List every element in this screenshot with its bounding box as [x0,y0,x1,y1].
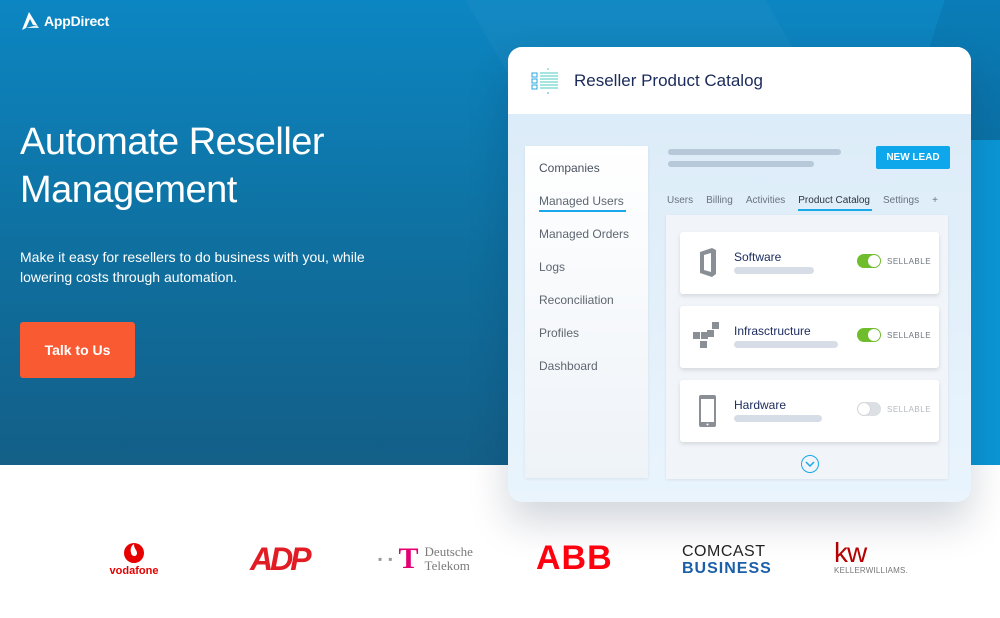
product-name: Infrasctructure [734,324,811,338]
tab-product-catalog[interactable]: Product Catalog [798,195,872,211]
sidebar-item-profiles[interactable]: Profiles [539,326,579,340]
tab-settings[interactable]: Settings [883,195,919,211]
wordmark-line: BUSINESS [682,560,772,577]
chevron-down-icon [805,461,815,467]
wordmark-line: Deutsche [424,544,473,559]
vodafone-wordmark: vodafone [109,565,159,577]
tab-activities[interactable]: Activities [746,195,785,211]
wordmark-line: COMCAST [682,543,766,560]
appdirect-logo-icon [22,12,39,30]
add-tab-button[interactable]: + [932,195,938,211]
toggle-knob [868,255,880,267]
placeholder-line [734,341,838,348]
sellable-toggle[interactable] [857,254,881,268]
sidebar-item-managed-users[interactable]: Managed Users [539,194,624,208]
sidebar-item-reconciliation[interactable]: Reconciliation [539,293,614,307]
expand-more-button[interactable] [801,455,819,473]
active-indicator [539,210,626,212]
customer-logos: vodafone ADP ▪▪ T Deutsche Telekom ABB C… [0,530,1000,590]
mockup-tabs: Users Billing Activities Product Catalog… [667,195,951,211]
deutsche-telekom-logo: ▪▪ T Deutsche Telekom [378,542,473,575]
tab-billing[interactable]: Billing [706,195,733,211]
vodafone-mark-icon [124,543,144,563]
comcast-business-logo: COMCAST BUSINESS [682,543,772,577]
telekom-dots: ▪▪ [378,552,399,566]
sidebar-item-logs[interactable]: Logs [539,260,565,274]
cubes-icon [693,322,719,348]
product-name: Software [734,250,782,264]
sidebar-item-managed-orders[interactable]: Managed Orders [539,227,629,241]
hero-subtext: Make it easy for resellers to do busines… [20,249,365,285]
headline-line: Management [20,169,237,211]
appdirect-logo[interactable]: AppDirect [20,11,109,31]
placeholder-line [734,267,814,274]
wordmark-line: KELLERWILLIAMS. [834,566,908,575]
toggle-knob [868,329,880,341]
product-row: Software SELLABLE [680,232,939,294]
mockup-body: Companies Managed Users Managed Orders L… [508,114,971,502]
product-row: Infrasctructure SELLABLE [680,306,939,368]
toggle-knob [858,403,870,415]
sellable-toggle[interactable] [857,328,881,342]
headline-line: Automate Reseller [20,121,325,163]
placeholder-line [668,161,814,167]
sellable-label: SELLABLE [887,405,932,414]
placeholder-lines [668,149,841,173]
vodafone-logo: vodafone [108,540,160,577]
sidebar-item-companies[interactable]: Companies [539,161,600,175]
brand-name: AppDirect [44,13,110,29]
product-mockup-card: Reseller Product Catalog Companies Manag… [508,47,971,502]
mockup-sidebar: Companies Managed Users Managed Orders L… [525,146,648,478]
hero-headline: Automate Reseller Management [20,118,400,214]
sellable-label: SELLABLE [887,257,932,266]
mockup-title: Reseller Product Catalog [574,70,763,90]
placeholder-line [668,149,841,155]
product-row: Hardware SELLABLE [680,380,939,442]
abb-logo: ABB [536,539,613,577]
wordmark-line: Telekom [424,558,470,573]
keller-williams-logo: kw KELLERWILLIAMS. [834,537,908,576]
sidebar-item-dashboard[interactable]: Dashboard [539,359,598,373]
placeholder-line [734,415,822,422]
sellable-label: SELLABLE [887,331,932,340]
smartphone-icon [699,395,716,427]
telekom-t-icon: T [398,542,419,575]
telekom-wordmark: Deutsche Telekom [425,545,473,573]
mockup-header: Reseller Product Catalog [508,47,971,114]
adp-logo: ADP [250,541,312,577]
product-name: Hardware [734,398,787,412]
new-lead-button[interactable]: NEW LEAD [876,146,950,169]
product-list-panel: Software SELLABLE Infrasctructure SELLAB… [666,215,948,479]
kw-mark: kw [834,537,867,568]
catalog-list-icon [531,67,558,94]
tab-users[interactable]: Users [667,195,693,211]
sellable-toggle[interactable] [857,402,881,416]
talk-to-us-button[interactable]: Talk to Us [20,322,135,378]
office-document-icon [700,248,716,277]
